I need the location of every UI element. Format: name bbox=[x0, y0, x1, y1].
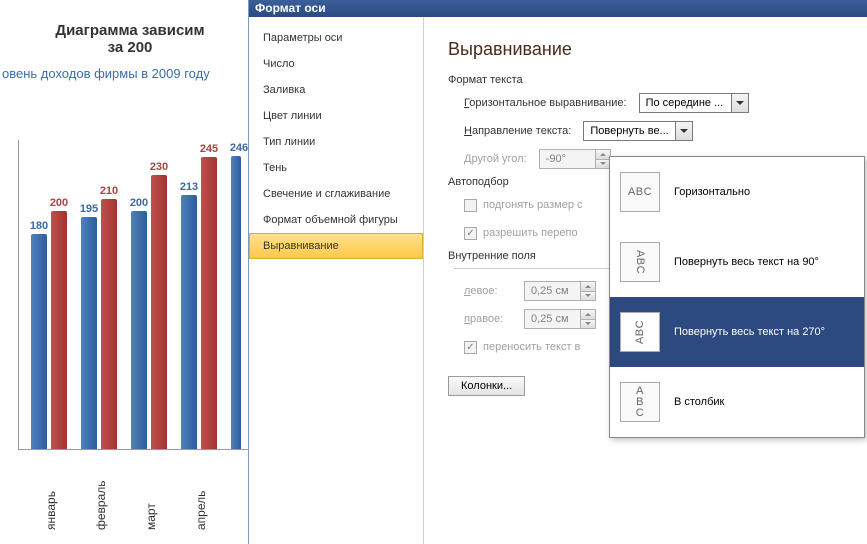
text-direction-icon: ABC bbox=[620, 172, 660, 212]
chevron-down-icon[interactable] bbox=[731, 94, 748, 112]
autofit-overflow-checkbox: ✓ bbox=[464, 227, 477, 240]
text-direction-dropdown[interactable]: ABC Горизонтально ABC Повернуть весь текст … bbox=[609, 156, 865, 438]
x-axis-labels: январь февраль март апрель bbox=[18, 458, 258, 538]
nav-item-6[interactable]: Свечение и сглаживание bbox=[249, 181, 423, 207]
bar-red bbox=[201, 157, 217, 449]
columns-button[interactable]: Колонки... bbox=[448, 376, 525, 396]
bar-value: 210 bbox=[99, 185, 119, 197]
direction-option-0[interactable]: ABC Горизонтально bbox=[610, 157, 864, 227]
bar-blue bbox=[131, 211, 147, 449]
direction-option-1[interactable]: ABC Повернуть весь текст на 90° bbox=[610, 227, 864, 297]
x-tick-label: апрель bbox=[194, 491, 208, 530]
bar-value: 180 bbox=[29, 220, 49, 232]
autofit-resize-checkbox bbox=[464, 199, 477, 212]
h-align-value: По середине ... bbox=[640, 97, 731, 109]
other-angle-label: Другой угол: bbox=[464, 153, 527, 165]
wrap-text-checkbox: ✓ bbox=[464, 341, 477, 354]
bar-value: 245 bbox=[199, 143, 219, 155]
other-angle-value: -90° bbox=[540, 150, 595, 168]
autofit-overflow-label: разрешить перепо bbox=[483, 227, 578, 239]
nav-item-7[interactable]: Формат объемной фигуры bbox=[249, 207, 423, 233]
bar-value: 195 bbox=[79, 203, 99, 215]
nav-item-1[interactable]: Число bbox=[249, 51, 423, 77]
panel-heading: Выравнивание bbox=[448, 39, 843, 60]
direction-option-label: Повернуть весь текст на 270° bbox=[674, 326, 825, 338]
bar-value: 246 bbox=[229, 142, 249, 154]
wrap-text-label: переносить текст в bbox=[483, 341, 580, 353]
direction-option-2[interactable]: ABC Повернуть весь текст на 270° bbox=[610, 297, 864, 367]
margin-right-spinner: 0,25 см bbox=[524, 309, 596, 329]
nav-item-8[interactable]: Выравнивание bbox=[249, 233, 423, 259]
direction-option-label: В столбик bbox=[674, 396, 724, 408]
nav-item-4[interactable]: Тип линии bbox=[249, 129, 423, 155]
bar-red bbox=[51, 211, 67, 449]
margin-left-spinner: 0,25 см bbox=[524, 281, 596, 301]
nav-item-5[interactable]: Тень bbox=[249, 155, 423, 181]
direction-option-3[interactable]: ABC В столбик bbox=[610, 367, 864, 437]
margin-right-label: правое: bbox=[464, 313, 524, 325]
group-text-format: Формат текста bbox=[448, 74, 843, 86]
autofit-resize-label: подгонять размер с bbox=[483, 199, 583, 211]
text-direction-value: Повернуть ве... bbox=[584, 125, 675, 137]
margin-left-label: левое: bbox=[464, 285, 524, 297]
nav-item-3[interactable]: Цвет линии bbox=[249, 103, 423, 129]
direction-option-label: Повернуть весь текст на 90° bbox=[674, 256, 819, 268]
nav-item-2[interactable]: Заливка bbox=[249, 77, 423, 103]
bar-blue bbox=[231, 156, 241, 449]
chart-subtitle: овень доходов фирмы в 2009 году bbox=[0, 56, 260, 81]
chart-plot: 180200195210200230213245246 bbox=[18, 140, 258, 450]
bar-blue bbox=[31, 234, 47, 449]
text-direction-icon: ABC bbox=[620, 382, 660, 422]
bar-value: 230 bbox=[149, 161, 169, 173]
nav-item-0[interactable]: Параметры оси bbox=[249, 25, 423, 51]
text-direction-combo[interactable]: Повернуть ве... bbox=[583, 121, 693, 141]
bar-blue bbox=[81, 217, 97, 450]
bar-value: 213 bbox=[179, 181, 199, 193]
dialog-titlebar[interactable]: Формат оси bbox=[249, 0, 867, 17]
chart-title: Диаграмма зависим за 200 bbox=[0, 0, 260, 56]
bar-red bbox=[101, 199, 117, 449]
direction-option-label: Горизонтально bbox=[674, 186, 750, 198]
h-align-label: Горизонтальное выравнивание: bbox=[464, 97, 627, 109]
text-direction-icon: ABC bbox=[620, 242, 660, 282]
dialog-nav: Параметры осиЧислоЗаливкаЦвет линииТип л… bbox=[249, 17, 424, 544]
x-tick-label: январь bbox=[44, 491, 58, 530]
other-angle-spinner: -90° bbox=[539, 149, 611, 169]
chevron-down-icon[interactable] bbox=[675, 122, 692, 140]
bar-value: 200 bbox=[129, 197, 149, 209]
text-direction-icon: ABC bbox=[620, 312, 660, 352]
bar-red bbox=[151, 175, 167, 449]
h-align-combo[interactable]: По середине ... bbox=[639, 93, 749, 113]
text-direction-label: Направление текста: bbox=[464, 125, 571, 137]
chart-area: Диаграмма зависим за 200 овень доходов ф… bbox=[0, 0, 260, 540]
bar-blue bbox=[181, 195, 197, 449]
x-tick-label: февраль bbox=[94, 480, 108, 530]
bar-value: 200 bbox=[49, 197, 69, 209]
x-tick-label: март bbox=[144, 503, 158, 530]
